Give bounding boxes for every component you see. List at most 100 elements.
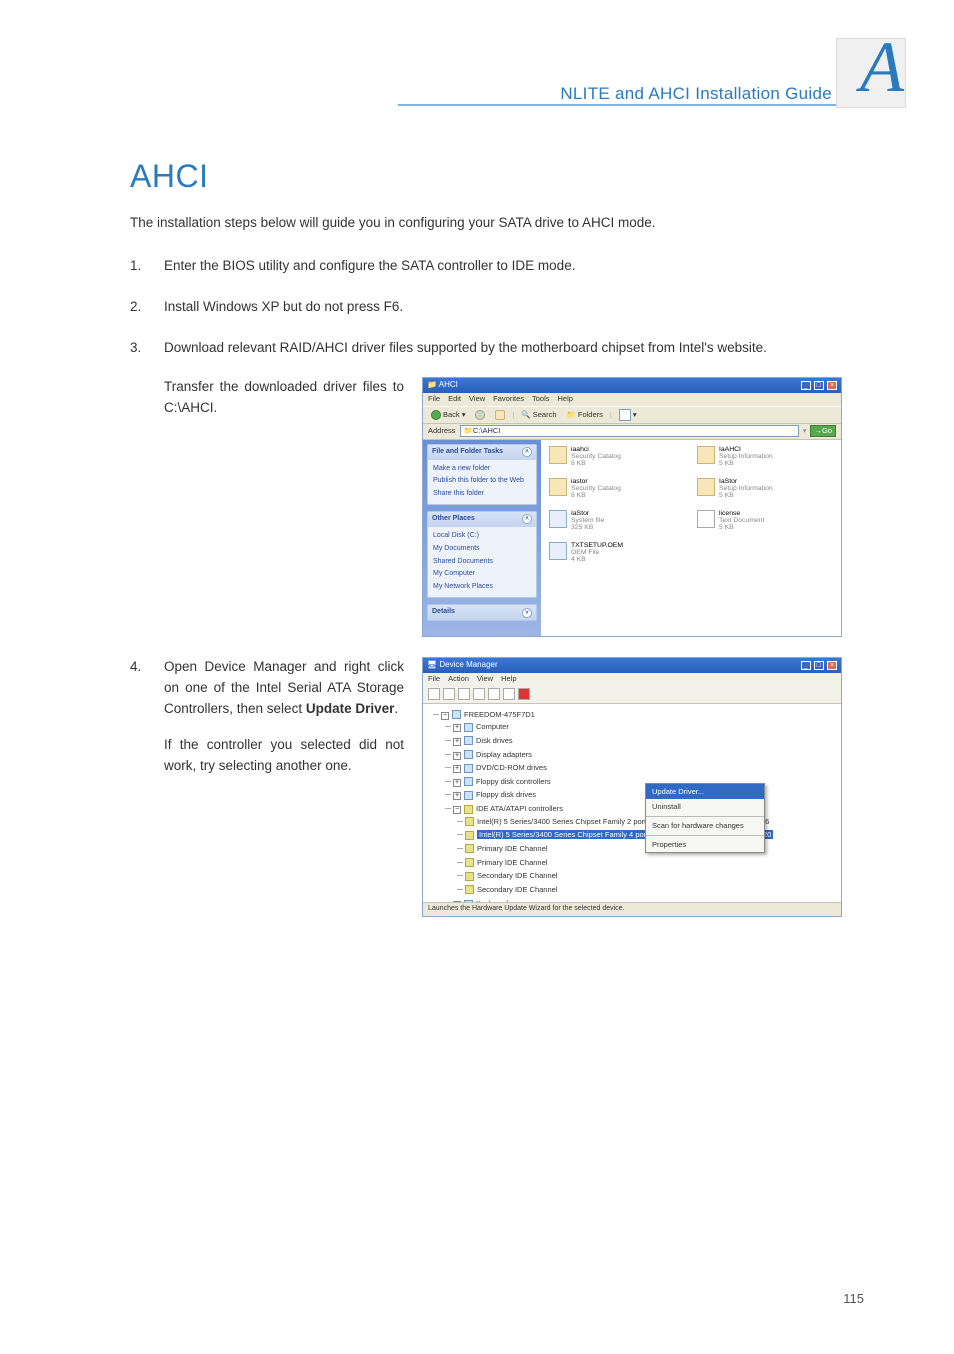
toolbar-icon[interactable] [473, 688, 485, 700]
menu-view[interactable]: View [469, 393, 485, 405]
file-icon [697, 446, 715, 464]
address-label: Address [428, 425, 456, 437]
devmgr-titlebar[interactable]: 🖥 Device Manager _ □ × [423, 658, 841, 673]
file-icon [549, 510, 567, 528]
panel-file-folder-tasks: File and Folder Tasks˄ Make a new folder… [427, 444, 537, 505]
folders-button[interactable]: 📁 Folders [564, 409, 606, 421]
file-item[interactable]: TXTSETUP.OEMOEM File4 KB [549, 542, 685, 570]
search-button[interactable]: 🔍 Search [518, 409, 559, 421]
explorer-title: AHCI [439, 380, 458, 389]
tree-node[interactable]: Primary IDE Channel [465, 856, 835, 870]
dm-menu-view[interactable]: View [477, 673, 493, 685]
maximize-button[interactable]: □ [814, 381, 824, 390]
collapse-icon[interactable]: ˄ [522, 514, 532, 524]
tree-root[interactable]: −FREEDOM-475F7D1 +Computer+Disk drives+D… [441, 708, 835, 902]
menu-help[interactable]: Help [558, 393, 573, 405]
file-item[interactable]: IaStorSetup Information5 KB [697, 478, 833, 506]
devmgr-statusbar: Launches the Hardware Update Wizard for … [423, 902, 841, 916]
collapse-icon[interactable]: ˄ [522, 447, 532, 457]
expand-icon[interactable]: ˅ [522, 608, 532, 618]
ctx-update-driver[interactable]: Update Driver... [646, 784, 764, 800]
tree-node[interactable]: +Floppy disk drives [453, 788, 835, 802]
tree-node[interactable]: +Display adapters [453, 748, 835, 762]
explorer-files[interactable]: iaahciSecurity Catalog8 KB IaAHCISetup I… [541, 440, 841, 636]
close-button[interactable]: × [827, 381, 837, 390]
computer-icon [452, 710, 461, 719]
minimize-button[interactable]: _ [801, 381, 811, 390]
menu-favorites[interactable]: Favorites [493, 393, 524, 405]
address-field[interactable]: 📁 C:\AHCI [460, 425, 799, 437]
tree-node[interactable]: +DVD/CD-ROM drives [453, 761, 835, 775]
devmgr-menubar: File Action View Help [423, 673, 841, 686]
device-icon [464, 723, 473, 732]
tree-node[interactable]: +Disk drives [453, 734, 835, 748]
back-button[interactable]: Back ▾ [428, 409, 468, 421]
appendix-tab: A [836, 38, 906, 108]
step-3-text: Download relevant RAID/AHCI driver files… [164, 338, 864, 359]
ctx-scan[interactable]: Scan for hardware changes [646, 818, 764, 834]
step-4-text: Open Device Manager and right click on o… [164, 657, 404, 720]
place-my-documents[interactable]: My Documents [433, 543, 531, 556]
devmgr-title: Device Manager [439, 660, 497, 669]
toolbar-icon[interactable] [488, 688, 500, 700]
menu-tools[interactable]: Tools [532, 393, 550, 405]
task-share[interactable]: Share this folder [433, 488, 531, 501]
toolbar-icon[interactable] [443, 688, 455, 700]
ctx-properties[interactable]: Properties [646, 837, 764, 853]
place-my-computer[interactable]: My Computer [433, 568, 531, 581]
tree-node[interactable]: +Computer [453, 720, 835, 734]
close-button[interactable]: × [827, 661, 837, 670]
device-icon [464, 736, 473, 745]
device-icon [464, 750, 473, 759]
device-icon [465, 885, 474, 894]
menu-file[interactable]: File [428, 393, 440, 405]
place-shared-documents[interactable]: Shared Documents [433, 556, 531, 569]
up-button[interactable] [492, 410, 508, 420]
tree-node[interactable]: +Floppy disk controllers [453, 775, 835, 789]
tree-top-group: +Computer+Disk drives+Display adapters+D… [441, 720, 835, 802]
tree-ide-controllers[interactable]: −IDE ATA/ATAPI controllers Intel(R) 5 Se… [453, 802, 835, 897]
place-my-network[interactable]: My Network Places [433, 581, 531, 594]
device-icon [464, 764, 473, 773]
place-local-disk[interactable]: Local Disk (C:) [433, 530, 531, 543]
file-item[interactable]: IaStorSystem file325 KB [549, 510, 685, 538]
task-publish[interactable]: Publish this folder to the Web [433, 475, 531, 488]
folder-icon: 📁 [427, 380, 437, 389]
views-button[interactable]: ▾ [616, 409, 640, 421]
toolbar-icon[interactable] [458, 688, 470, 700]
file-item[interactable]: IaAHCISetup Information5 KB [697, 446, 833, 474]
step-1-text: Enter the BIOS utility and configure the… [164, 256, 864, 277]
device-tree[interactable]: −FREEDOM-475F7D1 +Computer+Disk drives+D… [423, 704, 841, 902]
explorer-screenshot: 📁 AHCI _ □ × File Edit View Favorites [422, 377, 842, 637]
task-new-folder[interactable]: Make a new folder [433, 463, 531, 476]
device-icon [465, 858, 474, 867]
minimize-button[interactable]: _ [801, 661, 811, 670]
device-icon [465, 844, 474, 853]
toolbar-icon[interactable] [518, 688, 530, 700]
toolbar-icon[interactable] [503, 688, 515, 700]
menu-edit[interactable]: Edit [448, 393, 461, 405]
file-item[interactable]: iastorSecurity Catalog8 KB [549, 478, 685, 506]
device-icon [465, 872, 474, 881]
file-item[interactable]: licenseText Document5 KB [697, 510, 833, 538]
tree-ide-children: Intel(R) 5 Series/3400 Series Chipset Fa… [453, 815, 835, 897]
dm-menu-file[interactable]: File [428, 673, 440, 685]
file-item[interactable]: iaahciSecurity Catalog8 KB [549, 446, 685, 474]
panel-other-places: Other Places˄ Local Disk (C:) My Documen… [427, 511, 537, 598]
toolbar-icon[interactable] [428, 688, 440, 700]
file-icon [549, 446, 567, 464]
ctx-uninstall[interactable]: Uninstall [646, 799, 764, 815]
device-icon [464, 791, 473, 800]
file-icon [697, 478, 715, 496]
device-icon [464, 777, 473, 786]
device-icon [465, 817, 474, 826]
dm-menu-help[interactable]: Help [501, 673, 516, 685]
explorer-titlebar[interactable]: 📁 AHCI _ □ × [423, 378, 841, 393]
tree-node[interactable]: Secondary IDE Channel [465, 869, 835, 883]
up-icon [495, 410, 505, 420]
maximize-button[interactable]: □ [814, 661, 824, 670]
go-button[interactable]: → Go [810, 425, 836, 437]
dm-menu-action[interactable]: Action [448, 673, 469, 685]
tree-node[interactable]: Secondary IDE Channel [465, 883, 835, 897]
forward-button[interactable] [472, 410, 488, 420]
